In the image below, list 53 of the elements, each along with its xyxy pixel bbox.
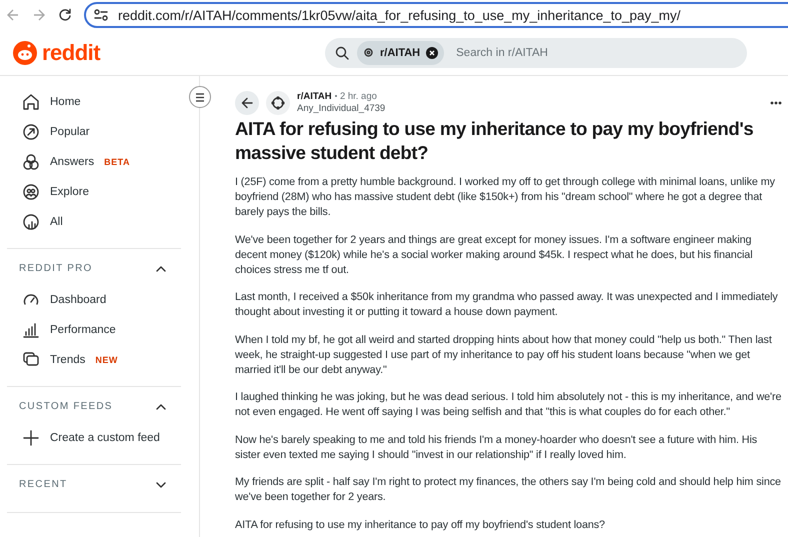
reddit-logo-icon[interactable] xyxy=(12,40,38,66)
chevron-up-icon[interactable] xyxy=(155,264,167,272)
arrow-circle-icon xyxy=(22,123,40,141)
section-title: REDDIT PRO xyxy=(19,263,92,274)
back-button[interactable] xyxy=(235,91,259,115)
people-circle-icon xyxy=(22,183,40,201)
plus-icon xyxy=(22,429,40,447)
search-icon xyxy=(335,46,349,60)
separator-dot xyxy=(335,95,338,98)
post-paragraph: Last month, I received a $50k inheritance from my grandma who passed away. It was unexpected and I immediately thought about investing it or putting it toward a house down payment. xyxy=(235,290,779,320)
nav-item[interactable]: Trends NEW xyxy=(0,345,118,375)
post-paragraph: AITA for refusing to use my inheritance to pay off my boyfriend's student loans? xyxy=(235,518,606,532)
nav-item[interactable]: Create a custom feed xyxy=(0,423,160,453)
post-title: AITA for refusing to use my inheritance to pay my boyfriend's massive student debt? xyxy=(235,117,754,165)
circles-icon xyxy=(22,153,40,171)
post-paragraph: Now he's barely speaking to me and told his friends I'm a money-hoarder who doesn't see a future with him. His sister even texted me saying I should "invest in our relationship" if I really loved him. xyxy=(235,432,758,462)
post-paragraph: I laughed thinking he was joking, but he was dead serious. I told him absolutely not - this is my inheritance, and we're not even engaged. He went off saying I was being selfish and that "this is what couples do for each other." xyxy=(235,390,782,420)
bar-chart-circle-icon xyxy=(22,213,40,231)
nav-item[interactable]: Home xyxy=(0,87,81,117)
back-arrow-icon xyxy=(241,97,253,109)
nav-item[interactable]: Performance xyxy=(0,315,116,345)
nav-item[interactable]: Popular xyxy=(0,117,90,147)
menu-icon xyxy=(195,92,205,102)
subreddit-chip[interactable]: r/AITAH xyxy=(357,40,444,64)
bar-chart-icon xyxy=(22,321,40,339)
nav-item[interactable]: All xyxy=(0,207,63,237)
post-paragraph: We've been together for 2 years and things are great except for money issues. I'm a software engineer making decent money ($120k) while he's a social worker making around $45k. I respect what he does, but his financial choices stress me tf out. xyxy=(235,232,754,278)
search-placeholder: Search in r/AITAH xyxy=(456,46,548,58)
nav-item[interactable]: Answers BETA xyxy=(0,147,130,177)
post-time: 2 hr. ago xyxy=(340,91,377,102)
site-settings-icon[interactable] xyxy=(94,9,108,21)
author-link[interactable]: Any_Individual_4739 xyxy=(297,103,386,115)
nav-tag-label: BETA xyxy=(104,157,130,167)
collapse-sidebar-button[interactable] xyxy=(189,86,211,108)
section-title: CUSTOM FEEDS xyxy=(19,401,113,412)
chevron-down-icon[interactable] xyxy=(155,480,167,488)
nav-tag-label: NEW xyxy=(95,355,118,365)
search-field[interactable]: r/AITAH Search in r/AITAH xyxy=(325,38,747,68)
close-icon[interactable] xyxy=(426,46,438,58)
reload-icon[interactable] xyxy=(58,8,72,22)
post-paragraph: My friends are split - half say I'm right to protect my finances, the others say I'm being cold and should help him since we've been together for 2 years. xyxy=(235,475,782,505)
more-options-icon[interactable] xyxy=(770,101,782,105)
home-icon xyxy=(22,93,40,111)
nav-item[interactable]: Explore xyxy=(0,177,89,207)
nav-item[interactable]: Dashboard xyxy=(0,285,106,315)
url-text: reddit.com/r/AITAH/comments/1kr05vw/aita_for_refusing_to_use_my_inheritance_to_pay_my/ xyxy=(118,8,681,22)
chevron-up-icon[interactable] xyxy=(155,402,167,410)
post-paragraph: When I told my bf, he got all weird and started dropping hints about how that money could "help us both." Then last week, he straight-up suggested I use part of my inheritance to pay off his student loans because "when we get married it'll be our debt anyway." xyxy=(235,332,773,378)
subreddit-link[interactable]: r/AITAH xyxy=(297,91,332,102)
subreddit-avatar[interactable] xyxy=(266,91,290,115)
section-title: RECENT xyxy=(19,479,68,490)
address-bar[interactable]: reddit.com/r/AITAH/comments/1kr05vw/aita_for_refusing_to_use_my_inheritance_to_pay_my/ xyxy=(84,2,788,28)
post-paragraph: I (25F) come from a pretty humble background. I worked my off to get through college with minimal loans, unlike my boyfriend (28M) who has massive student debt (like $150k+) from his "dream school" where he got a degree that barely pays the bills. xyxy=(235,175,776,220)
